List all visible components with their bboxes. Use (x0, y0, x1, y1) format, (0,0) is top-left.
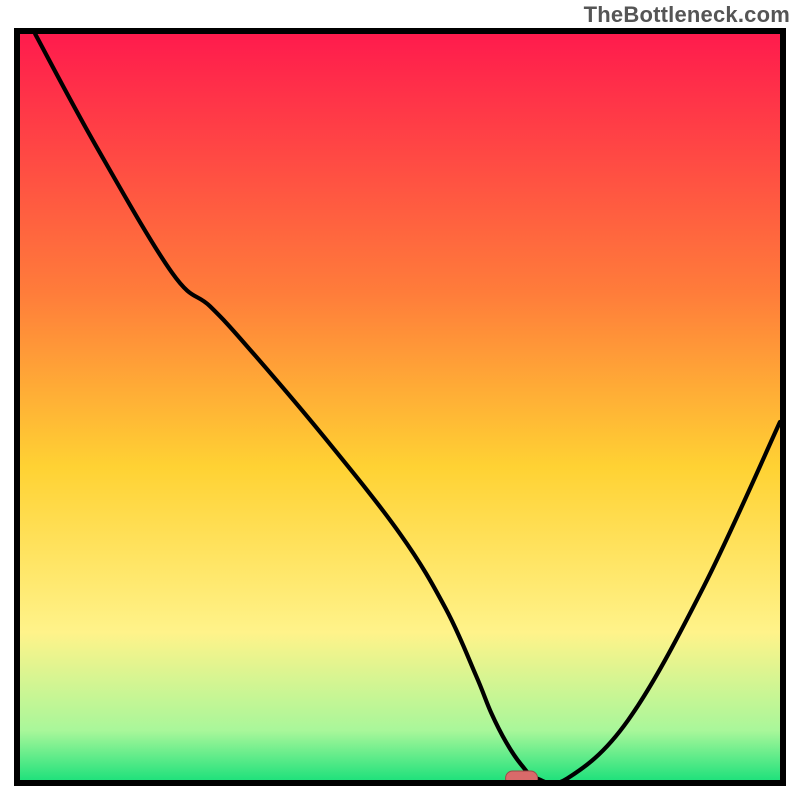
watermark-text: TheBottleneck.com (584, 2, 790, 28)
bottleneck-chart (14, 28, 786, 786)
plot-area (14, 28, 786, 786)
chart-container: TheBottleneck.com (0, 0, 800, 800)
gradient-background (17, 31, 783, 783)
